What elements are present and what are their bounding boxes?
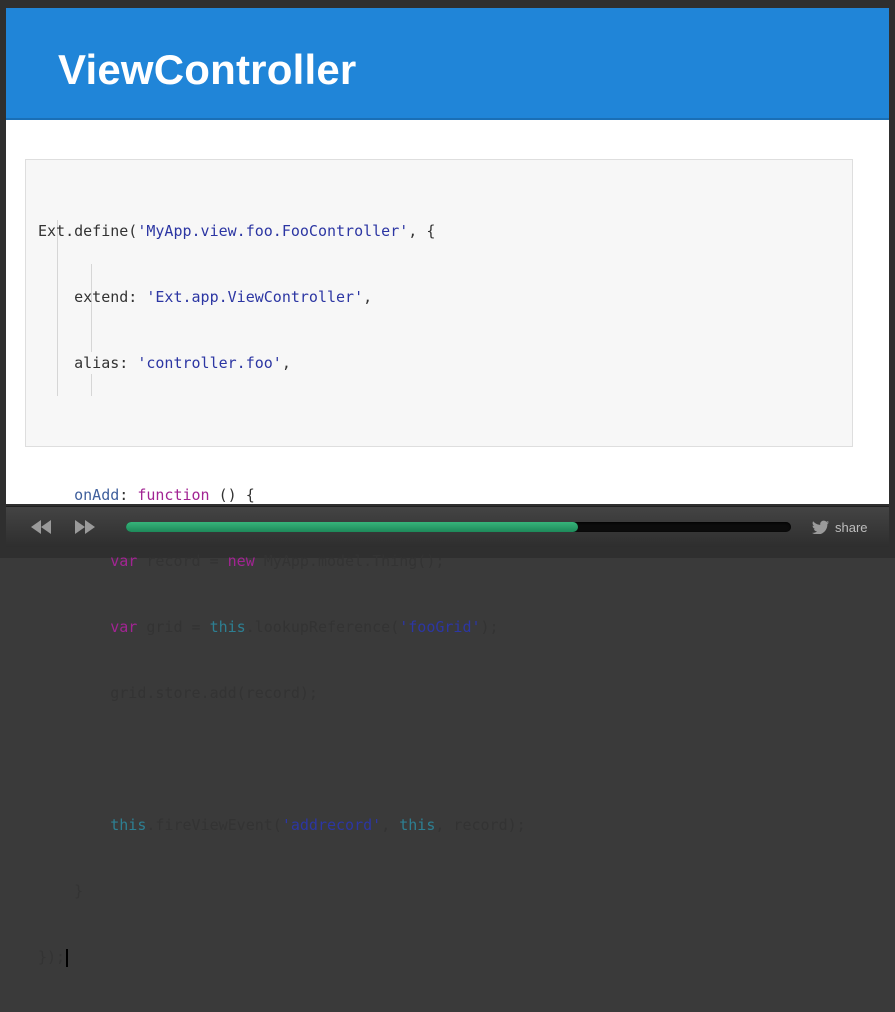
share-label: share [835, 519, 868, 535]
progress-bar[interactable] [126, 522, 791, 532]
slide: ViewController Ext.define('MyApp.view.fo… [6, 8, 889, 967]
code-line: Ext.define('MyApp.view.foo.FooController… [38, 220, 526, 242]
twitter-bird-icon [812, 520, 829, 534]
code-line-text: var grid = this.lookupReference('fooGrid… [110, 618, 499, 636]
code-line: }); [38, 946, 526, 968]
code-line-text: Ext.define('MyApp.view.foo.FooController… [38, 222, 436, 240]
code-line: onAdd: function () { [38, 484, 526, 506]
slide-title: ViewController [58, 46, 357, 93]
presentation-player: ViewController Ext.define('MyApp.view.fo… [0, 0, 895, 967]
code-line: extend: 'Ext.app.ViewController', [38, 286, 526, 308]
fast-forward-button[interactable] [72, 517, 98, 537]
code-line: var record = new MyApp.model.Thing(); [38, 550, 526, 572]
code-line-text: }); [38, 948, 66, 966]
code-line-text: this.fireViewEvent('addrecord', this, re… [110, 816, 526, 834]
code-line: alias: 'controller.foo', [38, 352, 526, 374]
share-button[interactable]: share [812, 518, 868, 536]
fast-forward-icon [75, 520, 95, 534]
code-line: grid.store.add(record); [38, 682, 526, 704]
rewind-button[interactable] [28, 517, 54, 537]
code-line: } [38, 880, 526, 902]
code-line-text: grid.store.add(record); [38, 684, 318, 702]
code-line-text: var record = new MyApp.model.Thing(); [110, 552, 445, 570]
code-text: Ext.define('MyApp.view.foo.FooController… [38, 176, 526, 1012]
code-line-text: alias: 'controller.foo', [38, 354, 291, 372]
code-line: this.fireViewEvent('addrecord', this, re… [38, 814, 526, 836]
text-cursor [66, 948, 69, 967]
player-controls: share [6, 506, 889, 547]
slide-header: ViewController [6, 8, 889, 120]
progress-fill [126, 522, 579, 532]
code-line-text: extend: 'Ext.app.ViewController', [38, 288, 373, 306]
code-line-text: } [38, 882, 84, 900]
code-block: Ext.define('MyApp.view.foo.FooController… [25, 159, 853, 967]
code-line: var grid = this.lookupReference('fooGrid… [38, 616, 526, 638]
code-line-text: onAdd: function () { [74, 486, 255, 504]
rewind-icon [31, 520, 51, 534]
